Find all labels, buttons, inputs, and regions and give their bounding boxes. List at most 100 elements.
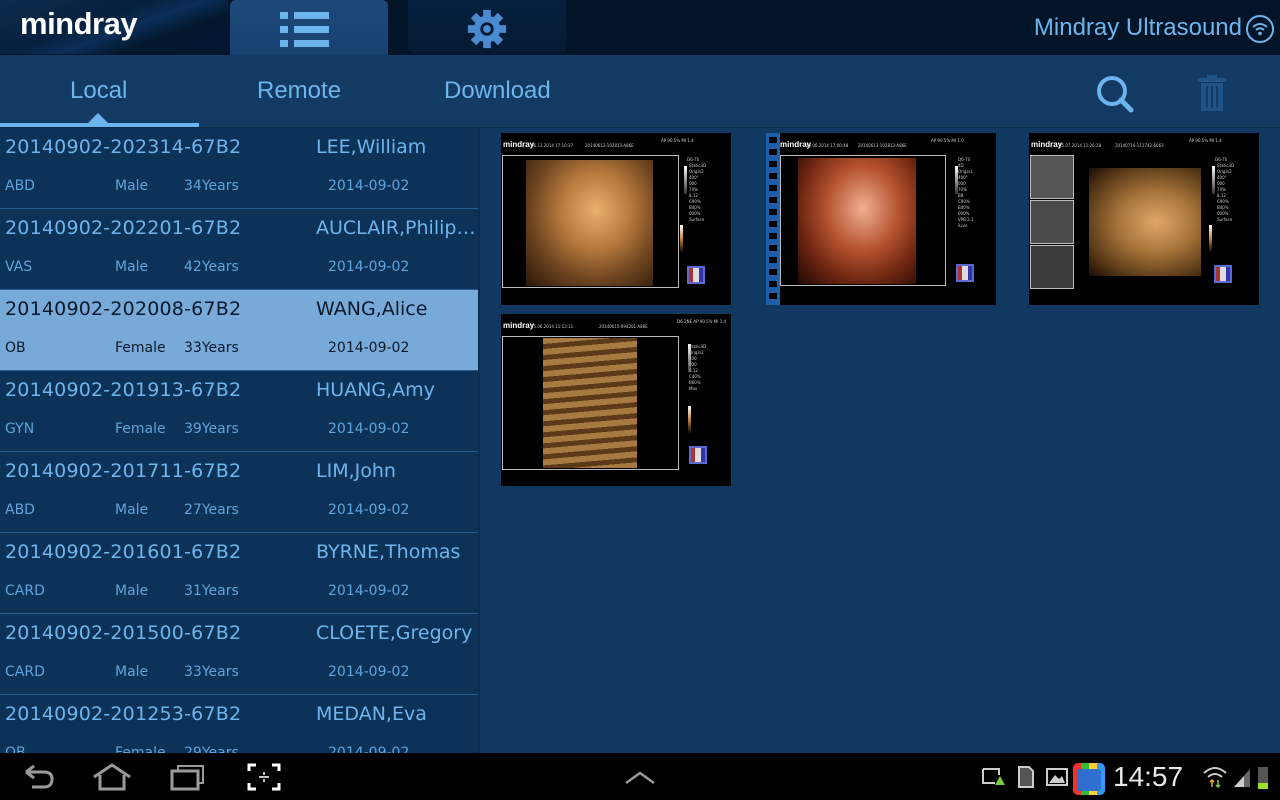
tab-local[interactable]: Local xyxy=(70,77,127,105)
fetal-4d-image xyxy=(798,158,916,284)
patient-age: 39Years xyxy=(184,421,239,437)
thumbnail-parameters: Static3D Origin2 400° 000 74% 8.12 C90% B40% 000… xyxy=(1217,163,1235,222)
orientation-cube-icon xyxy=(956,264,974,282)
thumbnail-parameters: Static3D Origin2 400 000 8.12 C40% B60% Max xyxy=(689,344,707,391)
patient-gender: Female xyxy=(115,340,166,356)
ultrasound-thumbnail-selected[interactable]: mindray 13.06.2014 17:00:48 20140613-102… xyxy=(766,133,996,305)
main-content: 20140902-202314-67B2 LEE,William ABD Mal… xyxy=(0,128,1280,753)
thumbnail-logo: mindray xyxy=(1031,140,1063,149)
clock: 14:57 xyxy=(1113,761,1184,792)
active-tab-caret xyxy=(88,113,108,123)
thumbnail-exam-id: 20140615-094201-A86E xyxy=(599,324,648,329)
patient-gender: Male xyxy=(115,664,149,680)
patient-row[interactable]: 20140902-201500-67B2 CLOETE,Gregory CARD… xyxy=(0,614,478,695)
patient-gender: Female xyxy=(115,745,166,753)
recent-apps-icon[interactable] xyxy=(170,763,206,791)
patient-age: 33Years xyxy=(184,664,239,680)
exam-id: 20140902-202201-67B2 xyxy=(5,217,242,239)
patient-age: 34Years xyxy=(184,178,239,194)
gray-scale-bar xyxy=(684,166,687,194)
tab-settings[interactable] xyxy=(408,0,566,54)
gear-icon xyxy=(467,9,507,49)
tab-remote[interactable]: Remote xyxy=(257,77,341,105)
chevron-up-icon[interactable] xyxy=(624,763,656,791)
exam-id: 20140902-201253-67B2 xyxy=(5,703,242,725)
patient-row[interactable]: 20140902-202314-67B2 LEE,William ABD Mal… xyxy=(0,128,478,209)
thumbnail-timestamp: 13.06.2014 17:00:48 xyxy=(806,143,849,148)
fetal-3d-image xyxy=(526,160,653,286)
thumbnail-exam-id: 20140716-111742-6063 xyxy=(1115,143,1164,148)
patient-age: 31Years xyxy=(184,583,239,599)
exam-date: 2014-09-02 xyxy=(328,259,410,275)
fetal-spine-image xyxy=(543,338,637,468)
patient-gender: Female xyxy=(115,421,166,437)
patient-row-selected[interactable]: 20140902-202008-67B2 WANG,Alice OB Femal… xyxy=(0,290,478,371)
color-scale-bar xyxy=(1209,225,1212,253)
patient-age: 29Years xyxy=(184,745,239,753)
mpr-plane-a xyxy=(1030,155,1074,199)
sd-card-icon xyxy=(1018,766,1034,788)
exam-type: OB xyxy=(5,745,26,753)
ultrasound-thumbnail[interactable]: mindray 06.13.2014 17:10:37 20140613-102… xyxy=(501,133,731,305)
home-icon[interactable] xyxy=(92,763,132,791)
patient-age: 33Years xyxy=(184,340,239,356)
patient-list[interactable]: 20140902-202314-67B2 LEE,William ABD Mal… xyxy=(0,128,480,753)
patient-row[interactable]: 20140902-202201-67B2 AUCLAIR,Philipp.. V… xyxy=(0,209,478,290)
ultrasound-thumbnail[interactable]: mindray 15.06.2014 11:13:11 20140615-094… xyxy=(501,314,731,486)
thumbnail-power: AP 90.5% MI 1.0 xyxy=(931,138,964,143)
patient-name: MEDAN,Eva xyxy=(316,703,427,725)
exam-id: 20140902-201913-67B2 xyxy=(5,379,242,401)
patient-gender: Male xyxy=(115,178,149,194)
search-icon[interactable] xyxy=(1094,73,1136,115)
mpr-plane-c xyxy=(1030,245,1074,289)
exam-type: ABD xyxy=(5,178,35,194)
mpr-plane-b xyxy=(1030,200,1074,244)
exam-id: 20140902-201500-67B2 xyxy=(5,622,242,644)
exam-type: VAS xyxy=(5,259,33,275)
filmstrip-selection-marker xyxy=(766,133,780,305)
trash-icon[interactable] xyxy=(1195,73,1229,113)
patient-name: BYRNE,Thomas xyxy=(316,541,461,563)
device-name: Mindray Ultrasound xyxy=(1033,14,1242,41)
screen-mirror-icon xyxy=(982,768,1005,785)
store-icon xyxy=(1073,763,1105,795)
source-tabs-bar: Local Remote Download xyxy=(0,55,1280,128)
logo-area: mindray xyxy=(0,0,228,54)
thumbnail-timestamp: 15.07.2014 11:26:28 xyxy=(1059,143,1102,148)
tab-list[interactable] xyxy=(230,0,388,56)
exam-type: ABD xyxy=(5,502,35,518)
exam-id: 20140902-202314-67B2 xyxy=(5,136,242,158)
patient-row[interactable]: 20140902-201253-67B2 MEDAN,Eva OB Female… xyxy=(0,695,478,753)
thumbnail-logo: mindray xyxy=(503,321,535,330)
thumbnail-logo: mindray xyxy=(503,140,535,149)
patient-row[interactable]: 20140902-201601-67B2 BYRNE,Thomas CARD M… xyxy=(0,533,478,614)
patient-row[interactable]: 20140902-201913-67B2 HUANG,Amy GYN Femal… xyxy=(0,371,478,452)
mindray-logo: mindray xyxy=(20,6,138,41)
system-navigation-bar: 14:57 xyxy=(0,753,1280,800)
app-header: mindray Mindray Ultrasound xyxy=(0,0,1280,56)
back-icon[interactable] xyxy=(22,763,56,791)
exam-id: 20140902-201711-67B2 xyxy=(5,460,242,482)
screenshot-icon[interactable] xyxy=(247,763,281,791)
thumbnail-power: D6-2NE AP 90.5% MI 1.4 xyxy=(677,319,727,324)
ultrasound-thumbnail[interactable]: mindray 15.07.2014 11:26:28 20140716-111… xyxy=(1029,133,1259,305)
tab-download[interactable]: Download xyxy=(444,77,551,105)
orientation-cube-icon xyxy=(687,266,705,284)
gray-scale-bar xyxy=(1212,166,1215,194)
fetal-3d-render xyxy=(1089,168,1201,276)
exam-id: 20140902-202008-67B2 xyxy=(5,298,242,320)
patient-name: AUCLAIR,Philipp.. xyxy=(316,217,476,239)
battery-icon xyxy=(1258,767,1268,789)
orientation-cube-icon xyxy=(1214,265,1232,283)
patient-gender: Male xyxy=(115,502,149,518)
patient-gender: Male xyxy=(115,583,149,599)
patient-name: LIM,John xyxy=(316,460,396,482)
color-scale-bar xyxy=(680,225,683,253)
patient-age: 27Years xyxy=(184,502,239,518)
exam-date: 2014-09-02 xyxy=(328,178,410,194)
patient-row[interactable]: 20140902-201711-67B2 LIM,John ABD Male 2… xyxy=(0,452,478,533)
wifi-icon xyxy=(1203,767,1227,789)
thumbnail-power: AP 90.5% MI 1.4 xyxy=(661,138,694,143)
wifi-connection-icon[interactable] xyxy=(1246,15,1274,43)
exam-type: CARD xyxy=(5,583,45,599)
